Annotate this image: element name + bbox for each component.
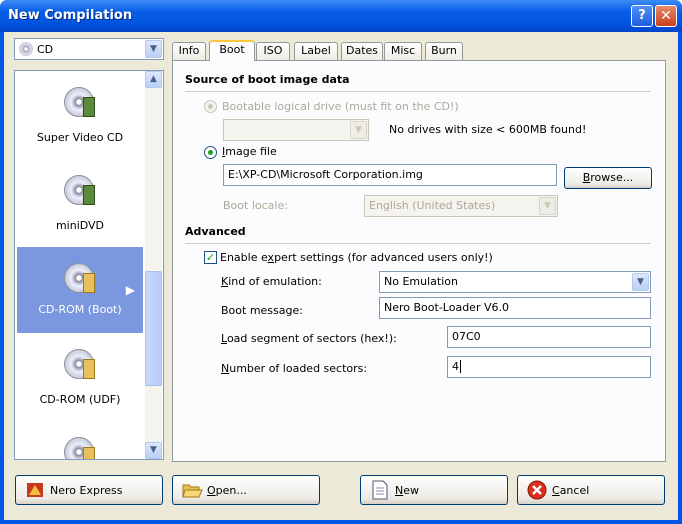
bootable-drive-label: Bootable logical drive (must fit on the … [222, 100, 459, 113]
nero-express-icon [27, 483, 43, 497]
loaded-sectors-input[interactable]: 4 [447, 356, 651, 378]
window-title: New Compilation [8, 8, 133, 23]
tab-dates[interactable]: Dates [341, 42, 383, 60]
boot-locale-label: Boot locale: [223, 199, 288, 212]
emulation-value: No Emulation [384, 275, 458, 288]
scroll-up-icon[interactable]: ▲ [145, 71, 162, 88]
tab-boot[interactable]: Boot [209, 40, 255, 61]
media-type-value: CD [37, 43, 54, 56]
load-segment-input[interactable]: 07C0 [447, 326, 651, 348]
nero-express-button[interactable]: Nero Express [15, 475, 163, 505]
tab-info[interactable]: Info [172, 42, 206, 60]
source-heading: Source of boot image data [185, 73, 350, 86]
divider [185, 243, 651, 244]
expert-settings-checkbox[interactable]: ✓ [204, 251, 217, 264]
list-item-label: Super Video CD [36, 131, 124, 144]
help-button[interactable]: ? [631, 5, 653, 27]
dialog-window: New Compilation ? ✕ CD ▼ Super Video CD … [0, 0, 682, 524]
tab-label[interactable]: Label [294, 42, 338, 60]
compilation-type-list: Super Video CD miniDVD CD-ROM (Boot) ▶ C… [14, 70, 164, 460]
media-type-select[interactable]: CD ▼ [14, 38, 164, 60]
image-file-label: Image file [222, 145, 277, 158]
image-file-radio[interactable] [204, 146, 217, 159]
tab-burn[interactable]: Burn [425, 42, 463, 60]
chevron-down-icon[interactable]: ▼ [632, 273, 649, 291]
boot-message-input[interactable]: Nero Boot-Loader V6.0 [379, 297, 651, 319]
no-drives-message: No drives with size < 600MB found! [389, 123, 587, 136]
emulation-select[interactable]: No Emulation ▼ [379, 271, 651, 293]
image-path-input[interactable]: E:\XP-CD\Microsoft Corporation.img [223, 164, 557, 186]
loaded-sectors-label: Number of loaded sectors: [221, 362, 368, 375]
folder-icon [83, 447, 95, 459]
list-item-cdrom-udf[interactable]: CD-ROM (UDF) [17, 341, 143, 427]
advanced-heading: Advanced [185, 225, 246, 238]
logical-drive-select[interactable]: ▼ [223, 119, 369, 141]
title-bar[interactable]: New Compilation ? ✕ [0, 0, 682, 32]
scroll-down-icon[interactable]: ▼ [145, 442, 162, 459]
list-item-cdrom-boot[interactable]: CD-ROM (Boot) ▶ [17, 247, 143, 333]
chevron-down-icon[interactable]: ▼ [350, 121, 367, 139]
emulation-label: Kind of emulation: [221, 275, 322, 288]
new-document-icon [372, 480, 388, 500]
list-item-minidvd[interactable]: miniDVD [17, 167, 143, 253]
divider [185, 91, 651, 92]
open-label: Open... [207, 484, 247, 497]
boot-locale-select[interactable]: English (United States) ▼ [364, 195, 558, 217]
selected-arrow-icon: ▶ [125, 283, 135, 297]
open-button[interactable]: Open... [172, 475, 320, 505]
browse-button[interactable]: Browse... [564, 167, 652, 189]
expert-settings-label: Enable expert settings (for advanced use… [220, 251, 493, 264]
cancel-icon [527, 480, 547, 500]
scrollbar-thumb[interactable] [145, 271, 162, 386]
list-item-label: CD-ROM (Boot) [38, 303, 122, 316]
list-item-super-video-cd[interactable]: Super Video CD [17, 79, 143, 165]
list-item-partial[interactable] [17, 429, 143, 459]
nero-express-label: Nero Express [50, 484, 123, 497]
text-cursor [460, 360, 465, 373]
boot-locale-value: English (United States) [369, 199, 496, 212]
list-item-label: miniDVD [55, 219, 105, 232]
tab-misc[interactable]: Misc [384, 42, 422, 60]
open-folder-icon [182, 484, 203, 498]
cd-icon [19, 42, 33, 56]
folder-icon [83, 359, 95, 379]
bootable-drive-radio[interactable] [204, 100, 217, 113]
new-button[interactable]: New [360, 475, 508, 505]
chevron-down-icon[interactable]: ▼ [539, 197, 556, 215]
film-icon [83, 97, 95, 117]
boot-tab-panel: Source of boot image data Bootable logic… [172, 60, 666, 462]
chevron-down-icon[interactable]: ▼ [145, 40, 162, 58]
folder-icon [83, 273, 95, 293]
new-label: New [395, 484, 419, 497]
load-segment-label: Load segment of sectors (hex!): [221, 332, 397, 345]
boot-message-label: Boot message: [221, 304, 303, 317]
list-item-label: CD-ROM (UDF) [39, 393, 121, 406]
tab-iso[interactable]: ISO [256, 42, 290, 60]
cancel-button[interactable]: Cancel [517, 475, 665, 505]
close-button[interactable]: ✕ [655, 5, 677, 27]
dialog-client: CD ▼ Super Video CD miniDVD CD-ROM (Boot… [4, 32, 678, 520]
cancel-label: Cancel [552, 484, 590, 497]
list-scrollbar[interactable]: ▲ ▼ [145, 71, 162, 459]
film-icon [83, 185, 95, 205]
